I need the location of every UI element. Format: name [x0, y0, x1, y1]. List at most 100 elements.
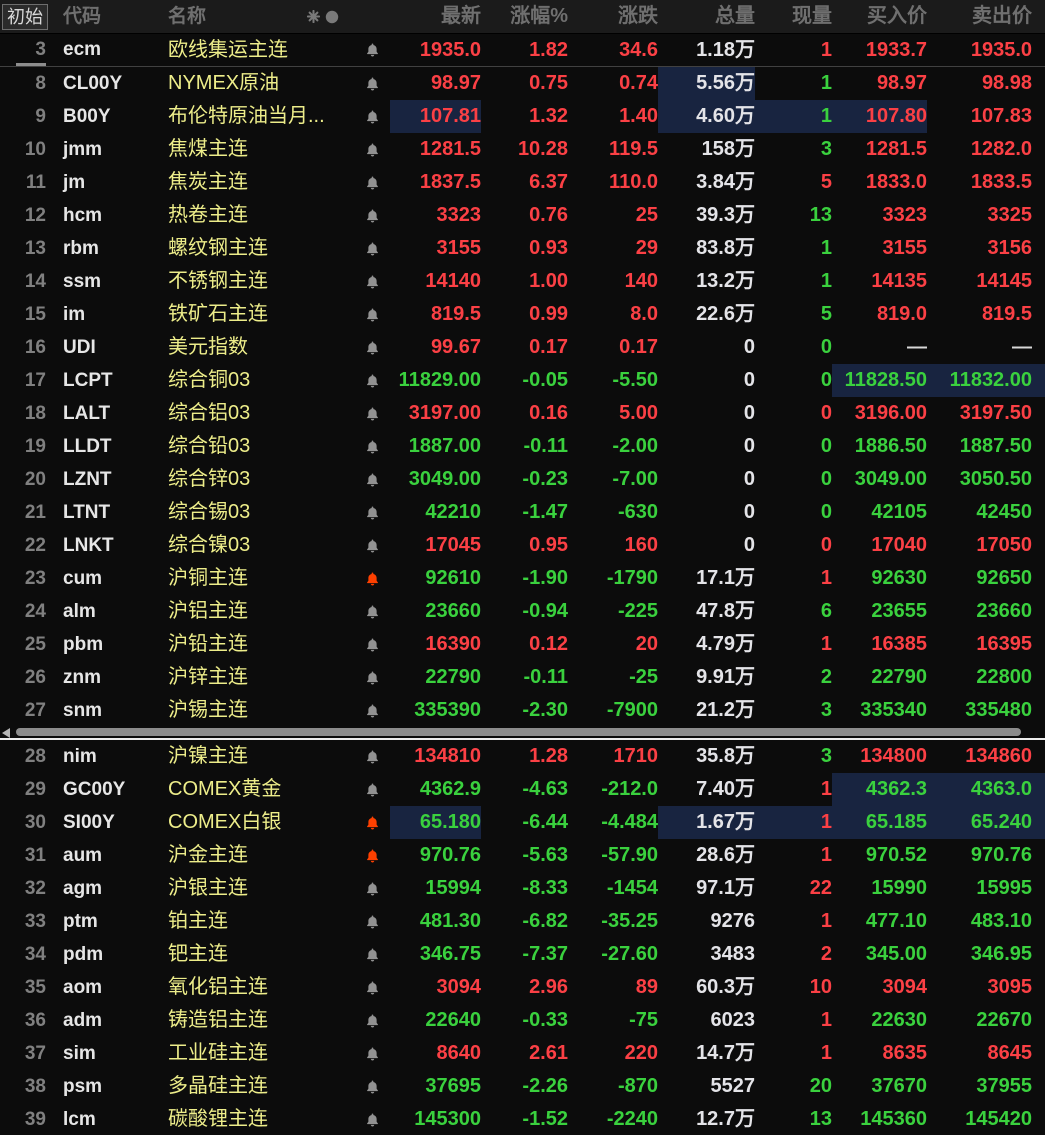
cell-last: 14140 — [425, 270, 481, 292]
alert-bell-icon[interactable] — [365, 76, 380, 92]
cell-alert — [355, 67, 390, 100]
cell-vol: 0 — [743, 435, 755, 457]
column-header-code[interactable]: 代码 — [55, 0, 165, 33]
alert-bell-icon[interactable] — [365, 505, 380, 521]
table-row[interactable]: 18 LALT 综合铝03 3197.00 0.16 5.00 0 0 3196.00 3197.… — [0, 397, 1045, 430]
table-row[interactable]: 9 B00Y 布伦特原油当月... 107.81 1.32 1.40 4.60万 1 107.8… — [0, 100, 1045, 133]
alert-bell-icon[interactable] — [365, 109, 380, 125]
alert-bell-icon[interactable] — [365, 472, 380, 488]
table-row[interactable]: 24 alm 沪铝主连 23660 -0.94 -225 47.8万 6 23655 23660 — [0, 595, 1045, 628]
table-row[interactable]: 3 ecm 欧线集运主连 1935.0 1.82 34.6 1.18万 1 1933.7 1935… — [0, 34, 1045, 67]
table-row[interactable]: 31 aum 沪金主连 970.76 -5.63 -57.90 28.6万 1 970.52 97… — [0, 839, 1045, 872]
column-header-init[interactable]: 初始 — [0, 0, 55, 33]
table-row[interactable]: 13 rbm 螺纹钢主连 3155 0.93 29 83.8万 1 3155 3156 — [0, 232, 1045, 265]
alert-bell-icon[interactable] — [365, 42, 380, 58]
cell-name: 螺纹钢主连 — [168, 237, 268, 259]
alert-bell-icon[interactable] — [365, 571, 380, 587]
table-row[interactable]: 34 pdm 钯主连 346.75 -7.37 -27.60 3483 2 345.00 346.… — [0, 938, 1045, 971]
table-row[interactable]: 16 UDI 美元指数 99.67 0.17 0.17 0 0 — — — [0, 331, 1045, 364]
table-row[interactable]: 11 jm 焦炭主连 1837.5 6.37 110.0 3.84万 5 1833.0 1833.… — [0, 166, 1045, 199]
cell-chg: -630 — [617, 501, 658, 523]
alert-bell-icon[interactable] — [365, 670, 380, 686]
alert-bell-icon[interactable] — [365, 406, 380, 422]
alert-bell-icon[interactable] — [365, 881, 380, 897]
cell-chg: 220 — [624, 1042, 658, 1064]
alert-bell-icon[interactable] — [365, 604, 380, 620]
cell-ask: 8645 — [987, 1042, 1033, 1064]
alert-bell-icon[interactable] — [365, 782, 380, 798]
alert-bell-icon[interactable] — [365, 980, 380, 996]
alert-bell-icon[interactable] — [365, 274, 380, 290]
column-header-name[interactable]: 名称 — [165, 0, 355, 33]
table-row[interactable]: 12 hcm 热卷主连 3323 0.76 25 39.3万 13 3323 3325 — [0, 199, 1045, 232]
star-icon[interactable] — [307, 10, 320, 23]
table-row[interactable]: 37 sim 工业硅主连 8640 2.61 220 14.7万 1 8635 8645 — [0, 1037, 1045, 1070]
table-row[interactable]: 38 psm 多晶硅主连 37695 -2.26 -870 5527 20 37670 37955 — [0, 1070, 1045, 1103]
table-row[interactable]: 10 jmm 焦煤主连 1281.5 10.28 119.5 158万 3 1281.5 1282… — [0, 133, 1045, 166]
table-row[interactable]: 19 LLDT 综合铅03 1887.00 -0.11 -2.00 0 0 1886.50 188… — [0, 430, 1045, 463]
cell-bid: 15990 — [871, 877, 927, 899]
alert-bell-icon[interactable] — [365, 703, 380, 719]
table-row[interactable]: 30 SI00Y COMEX白银 65.180 -6.44 -4.484 1.67万 1 65.… — [0, 806, 1045, 839]
column-header-vol[interactable]: 总量 — [658, 0, 755, 33]
column-header-chg[interactable]: 涨跌 — [568, 0, 658, 33]
alert-bell-icon[interactable] — [365, 241, 380, 257]
alert-bell-icon[interactable] — [365, 947, 380, 963]
circle-icon[interactable] — [325, 10, 339, 24]
cell-vol: 83.8万 — [696, 237, 755, 259]
horizontal-scrollbar[interactable] — [0, 727, 1045, 738]
cell-pct: -8.33 — [522, 877, 568, 899]
table-row[interactable]: 26 znm 沪锌主连 22790 -0.11 -25 9.91万 2 22790 22800 — [0, 661, 1045, 694]
table-row[interactable]: 29 GC00Y COMEX黄金 4362.9 -4.63 -212.0 7.40万 1 436… — [0, 773, 1045, 806]
scroll-left-arrow-icon[interactable] — [2, 728, 10, 738]
cell-cur: 22 — [809, 877, 832, 899]
scrollbar-thumb[interactable] — [16, 728, 1021, 736]
alert-bell-icon[interactable] — [365, 373, 380, 389]
table-row[interactable]: 27 snm 沪锡主连 335390 -2.30 -7900 21.2万 3 335340 335… — [0, 694, 1045, 727]
cell-ask: 1935.0 — [970, 39, 1032, 61]
column-header-bell[interactable] — [355, 0, 390, 33]
cell-chg: 25 — [635, 204, 658, 226]
alert-bell-icon[interactable] — [365, 307, 380, 323]
table-row[interactable]: 35 aom 氧化铝主连 3094 2.96 89 60.3万 10 3094 3095 — [0, 971, 1045, 1004]
column-header-bid[interactable]: 买入价 — [832, 0, 927, 33]
alert-bell-icon[interactable] — [365, 749, 380, 765]
column-header-cur[interactable]: 现量 — [755, 0, 832, 33]
cell-pct: -4.63 — [522, 778, 568, 800]
init-sort-button[interactable]: 初始 — [2, 4, 48, 30]
alert-bell-icon[interactable] — [365, 439, 380, 455]
column-header-pct[interactable]: 涨幅% — [481, 0, 568, 33]
table-row[interactable]: 25 pbm 沪铅主连 16390 0.12 20 4.79万 1 16385 16395 — [0, 628, 1045, 661]
alert-bell-icon[interactable] — [365, 538, 380, 554]
table-row[interactable]: 33 ptm 铂主连 481.30 -6.82 -35.25 9276 1 477.10 483.… — [0, 905, 1045, 938]
alert-bell-icon[interactable] — [365, 637, 380, 653]
table-row[interactable]: 8 CL00Y NYMEX原油 98.97 0.75 0.74 5.56万 1 98.97 98.… — [0, 67, 1045, 100]
table-row[interactable]: 39 lcm 碳酸锂主连 145300 -1.52 -2240 12.7万 13 145360 1… — [0, 1103, 1045, 1135]
alert-bell-icon[interactable] — [365, 1046, 380, 1062]
table-row[interactable]: 14 ssm 不锈钢主连 14140 1.00 140 13.2万 1 14135 14145 — [0, 265, 1045, 298]
alert-bell-icon[interactable] — [365, 175, 380, 191]
column-header-ask[interactable]: 卖出价 — [927, 0, 1045, 33]
table-row[interactable]: 17 LCPT 综合铜03 11829.00 -0.05 -5.50 0 0 11828.50 1… — [0, 364, 1045, 397]
alert-bell-icon[interactable] — [365, 1013, 380, 1029]
alert-bell-icon[interactable] — [365, 848, 380, 864]
alert-bell-icon[interactable] — [365, 815, 380, 831]
alert-bell-icon[interactable] — [365, 208, 380, 224]
table-row[interactable]: 15 im 铁矿石主连 819.5 0.99 8.0 22.6万 5 819.0 819.5 — [0, 298, 1045, 331]
alert-bell-icon[interactable] — [365, 1112, 380, 1128]
alert-bell-icon[interactable] — [365, 340, 380, 356]
table-row[interactable]: 21 LTNT 综合锡03 42210 -1.47 -630 0 0 42105 42450 — [0, 496, 1045, 529]
table-row[interactable]: 22 LNKT 综合镍03 17045 0.95 160 0 0 17040 17050 — [0, 529, 1045, 562]
table-row[interactable]: 36 adm 铸造铝主连 22640 -0.33 -75 6023 1 22630 22670 — [0, 1004, 1045, 1037]
cell-chg: 0.17 — [619, 336, 658, 358]
alert-bell-icon[interactable] — [365, 142, 380, 158]
alert-bell-icon[interactable] — [365, 914, 380, 930]
cell-pct: -0.94 — [522, 600, 568, 622]
alert-bell-icon[interactable] — [365, 1079, 380, 1095]
column-header-last[interactable]: 最新 — [390, 0, 481, 33]
table-row[interactable]: 28 nim 沪镍主连 134810 1.28 1710 35.8万 3 134800 13486… — [0, 740, 1045, 773]
table-row[interactable]: 23 cum 沪铜主连 92610 -1.90 -1790 17.1万 1 92630 92650 — [0, 562, 1045, 595]
cell-chg: 34.6 — [619, 39, 658, 61]
table-row[interactable]: 32 agm 沪银主连 15994 -8.33 -1454 97.1万 22 15990 1599… — [0, 872, 1045, 905]
table-row[interactable]: 20 LZNT 综合锌03 3049.00 -0.23 -7.00 0 0 3049.00 305… — [0, 463, 1045, 496]
